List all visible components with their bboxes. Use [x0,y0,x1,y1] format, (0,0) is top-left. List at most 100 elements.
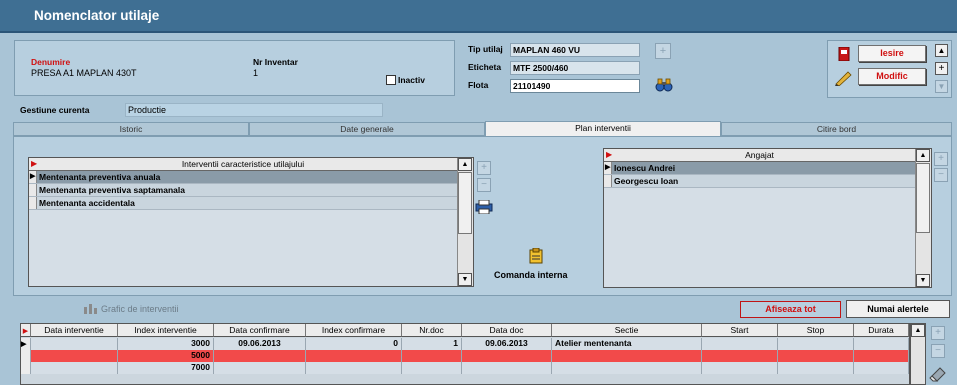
inactiv-checkbox[interactable] [386,75,396,85]
window-title: Nomenclator utilaje [34,8,160,23]
tip-utilaj-label: Tip utilaj [468,44,503,54]
interventie-label: Mentenanta accidentala [39,198,135,208]
angajat-header-label: Angajat [745,150,774,160]
list-item[interactable]: Mentenanta accidentala [29,197,457,210]
col-stop[interactable]: Stop [778,324,854,337]
col-data-doc[interactable]: Data doc [462,324,552,337]
add-icon[interactable]: + [935,62,948,75]
denumire-value: PRESA A1 MAPLAN 430T [31,68,137,78]
indicator-icon: ▶ [22,328,29,335]
interventii-scrollbar[interactable]: ▲ ▼ [457,158,473,286]
numai-alertele-button[interactable]: Numai alertele [846,300,950,318]
scroll-thumb[interactable] [916,163,930,233]
table-scrollbar[interactable]: ▲ [910,323,926,385]
indicator-icon: ▶ [606,150,613,159]
remove-angajat-icon[interactable]: − [934,168,948,182]
cell-data-doc [462,350,552,362]
pencil-icon [834,70,852,87]
row-pointer-icon: ▶ [30,173,36,180]
row-indicator [29,184,37,196]
tip-utilaj-field[interactable]: MAPLAN 460 VU [510,43,640,57]
table-row[interactable]: 5000 [21,350,909,362]
row-pointer-icon: ▶ [21,341,27,348]
list-item[interactable]: ▶ Mentenanta preventiva anuala [29,171,457,184]
row-indicator [21,350,31,362]
comanda-interna-icon[interactable] [529,247,543,264]
row-indicator [604,175,612,187]
scroll-up-icon[interactable]: ▲ [458,158,472,171]
col-start[interactable]: Start [702,324,778,337]
exit-door-icon [838,46,850,62]
row-indicator [29,197,37,209]
scroll-up-icon[interactable]: ▲ [911,324,925,337]
interventii-grid: ▶ Interventii caracteristice utilajului … [28,157,474,287]
list-item[interactable]: Georgescu Ioan [604,175,915,188]
col-sectie[interactable]: Sectie [552,324,702,337]
list-item[interactable]: ▶ Ionescu Andrei [604,162,915,175]
binoculars-icon[interactable] [655,77,673,93]
tab-istoric[interactable]: Istoric [13,122,249,136]
cell-stop [778,362,854,374]
indicator-icon: ▶ [31,159,38,168]
table-row[interactable]: 7000 [21,362,909,374]
gestiune-field[interactable]: Productie [125,103,383,117]
angajat-header: ▶ Angajat [604,149,915,162]
inactiv-label: Inactiv [398,75,425,85]
tab-bar: Istoric Date generale Plan interventii C… [13,121,952,137]
col-index-interventie[interactable]: Index interventie [118,324,214,337]
scroll-up-icon[interactable]: ▲ [916,149,930,162]
scroll-down-icon[interactable]: ▼ [458,273,472,286]
tab-date-generale[interactable]: Date generale [249,122,485,136]
header-panel: Denumire PRESA A1 MAPLAN 430T Nr Inventa… [14,40,455,96]
col-nr-doc[interactable]: Nr.doc [402,324,462,337]
col-durata[interactable]: Durata [854,324,909,337]
eraser-icon[interactable] [929,364,947,382]
cell-index-interventie: 5000 [118,350,214,362]
eticheta-field[interactable]: MTF 2500/460 [510,61,640,75]
cell-durata [854,350,909,362]
tab-plan-interventii[interactable]: Plan interventii [485,121,721,137]
cell-data-doc: 09.06.2013 [462,338,552,350]
list-item[interactable]: Mentenanta preventiva saptamanala [29,184,457,197]
flota-field[interactable]: 21101490 [510,79,640,93]
cell-nr-doc [402,350,462,362]
comanda-interna-label[interactable]: Comanda interna [494,270,568,280]
angajat-name: Georgescu Ioan [614,176,679,186]
cell-data-confirmare [214,350,306,362]
arrow-up-icon[interactable]: ▲ [935,44,948,57]
printer-icon[interactable] [475,199,493,215]
remove-row-icon[interactable]: − [931,344,945,358]
remove-interventie-icon[interactable]: − [477,178,491,192]
cell-sectie [552,362,702,374]
cell-data-interventie [31,362,118,374]
modific-button[interactable]: Modific [858,68,926,85]
afiseaza-tot-button[interactable]: Afiseaza tot [740,301,841,318]
add-tip-utilaj-icon[interactable]: + [655,43,671,59]
nr-inventar-value: 1 [253,68,259,78]
angajat-scrollbar[interactable]: ▲ ▼ [915,149,931,287]
denumire-label: Denumire [31,57,70,67]
iesire-button[interactable]: Iesire [858,45,926,62]
table-row[interactable]: ▶ 3000 09.06.2013 0 1 09.06.2013 Atelier… [21,338,909,350]
scroll-thumb[interactable] [458,172,472,234]
cell-stop [778,350,854,362]
col-data-interventie[interactable]: Data interventie [31,324,118,337]
add-row-icon[interactable]: + [931,326,945,340]
cell-data-doc [462,362,552,374]
add-interventie-icon[interactable]: + [477,161,491,175]
cell-index-confirmare [306,362,402,374]
actions-panel: Iesire Modific ▲ + ▼ [827,40,952,98]
col-data-confirmare[interactable]: Data confirmare [214,324,306,337]
col-index-confirmare[interactable]: Index confirmare [306,324,402,337]
add-angajat-icon[interactable]: + [934,152,948,166]
grafic-interventii-button[interactable]: Grafic de interventii [101,304,179,314]
title-bar: Nomenclator utilaje [0,0,957,33]
gestiune-label: Gestiune curenta [20,105,90,115]
row-indicator [21,362,31,374]
cell-data-confirmare [214,362,306,374]
scroll-down-icon[interactable]: ▼ [916,274,930,287]
flota-label: Flota [468,80,489,90]
arrow-down-icon[interactable]: ▼ [935,80,948,93]
tab-citire-bord[interactable]: Citire bord [721,122,952,136]
cell-stop [778,338,854,350]
